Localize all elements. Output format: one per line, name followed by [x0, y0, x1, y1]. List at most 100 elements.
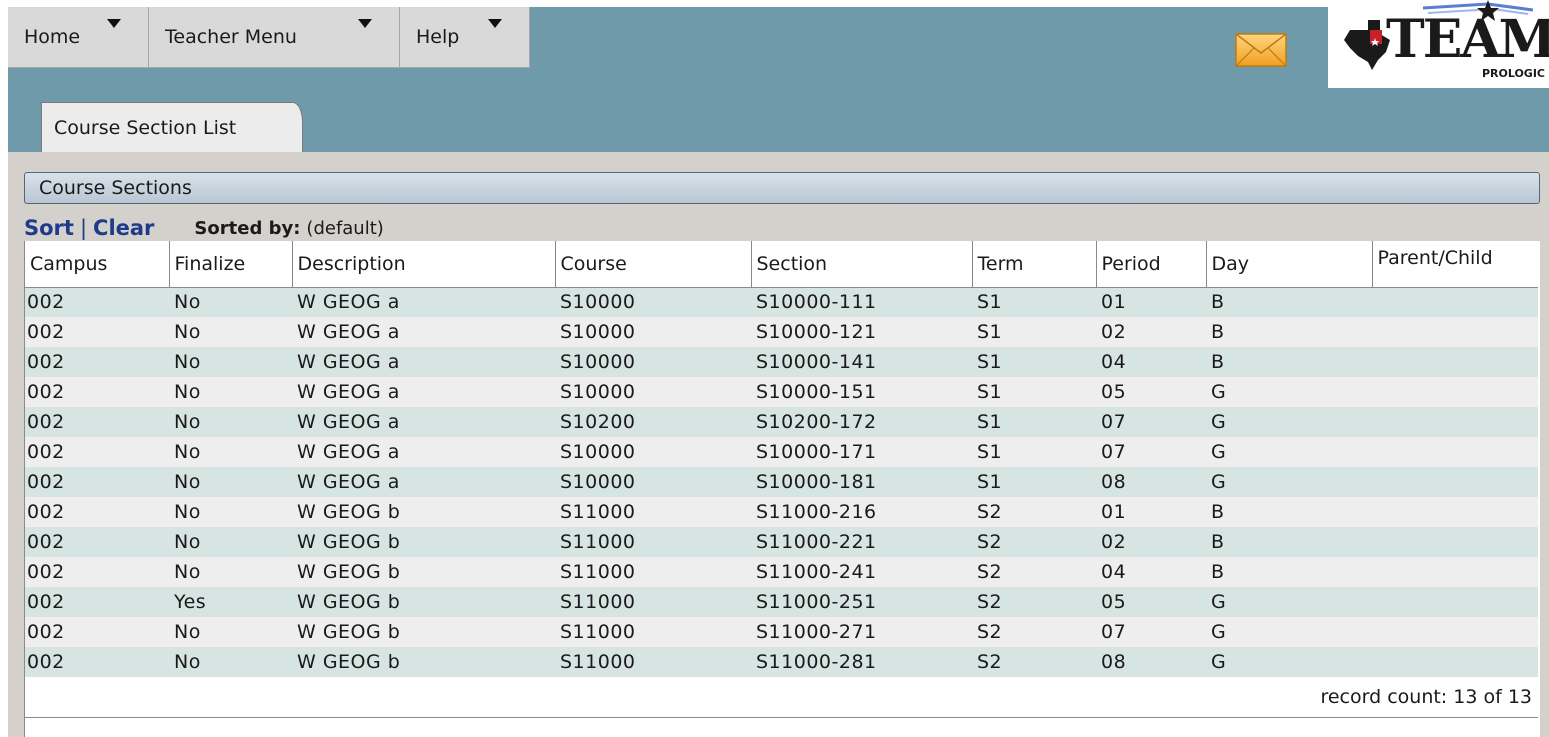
cell-parent-child — [1372, 557, 1538, 587]
column-header-course[interactable]: Course — [555, 241, 752, 288]
nav-help-label: Help — [416, 26, 460, 48]
cell-period: 02 — [1096, 317, 1206, 347]
nav-help-menu[interactable]: Help — [400, 7, 530, 68]
cell-period: 04 — [1096, 347, 1206, 377]
column-header-day[interactable]: Day — [1206, 241, 1373, 288]
table-row[interactable]: 002 No W GEOG a S10000 S10000-141 S1 04 B — [25, 347, 1538, 377]
cell-parent-child — [1372, 437, 1538, 467]
table-row[interactable]: 002 No W GEOG b S11000 S11000-241 S2 04 B — [25, 557, 1538, 587]
column-header-section[interactable]: Section — [751, 241, 973, 288]
cell-term: S2 — [972, 587, 1096, 617]
cell-term: S2 — [972, 527, 1096, 557]
cell-course: S10000 — [555, 467, 751, 497]
cell-section: S10200-172 — [751, 407, 972, 437]
section-header: Course Sections — [24, 172, 1540, 204]
cell-finalize: No — [169, 407, 292, 437]
table-row[interactable]: 002 Yes W GEOG b S11000 S11000-251 S2 05 G — [25, 587, 1538, 617]
column-header-term[interactable]: Term — [972, 241, 1097, 288]
cell-finalize: No — [169, 347, 292, 377]
tab-course-section-list[interactable]: Course Section List — [41, 102, 303, 154]
triangle-down-icon — [358, 19, 372, 28]
cell-course: S11000 — [555, 647, 751, 677]
cell-course: S11000 — [555, 527, 751, 557]
cell-campus: 002 — [25, 557, 169, 587]
sort-separator: | — [79, 216, 88, 240]
cell-finalize: No — [169, 467, 292, 497]
cell-period: 05 — [1096, 587, 1206, 617]
cell-section: S11000-216 — [751, 497, 972, 527]
cell-period: 01 — [1096, 497, 1206, 527]
table-body: 002 No W GEOG a S10000 S10000-111 S1 01 B 002 No W… — [25, 287, 1538, 677]
cell-day: B — [1206, 317, 1372, 347]
sorted-by-label: Sorted by: — [194, 217, 301, 239]
cell-campus: 002 — [25, 287, 169, 317]
top-nav: Home Teacher Menu Help — [8, 7, 530, 68]
cell-description: W GEOG b — [292, 497, 555, 527]
table-row[interactable]: 002 No W GEOG a S10000 S10000-121 S1 02 B — [25, 317, 1538, 347]
cell-description: W GEOG a — [292, 377, 555, 407]
cell-day: G — [1206, 617, 1372, 647]
cell-section: S11000-251 — [751, 587, 972, 617]
sort-bar: Sort | Clear Sorted by: (default) — [24, 216, 384, 240]
cell-period: 05 — [1096, 377, 1206, 407]
cell-course: S10000 — [555, 377, 751, 407]
column-header-campus[interactable]: Campus — [25, 241, 170, 288]
triangle-down-icon — [107, 19, 121, 28]
cell-parent-child — [1372, 377, 1538, 407]
cell-description: W GEOG b — [292, 617, 555, 647]
cell-term: S2 — [972, 617, 1096, 647]
column-header-description[interactable]: Description — [292, 241, 556, 288]
cell-description: W GEOG b — [292, 647, 555, 677]
cell-campus: 002 — [25, 377, 169, 407]
cell-section: S11000-221 — [751, 527, 972, 557]
table-row[interactable]: 002 No W GEOG b S11000 S11000-221 S2 02 B — [25, 527, 1538, 557]
cell-parent-child — [1372, 287, 1538, 317]
table-row[interactable]: 002 No W GEOG a S10000 S10000-151 S1 05 G — [25, 377, 1538, 407]
cell-day: G — [1206, 437, 1372, 467]
cell-day: B — [1206, 497, 1372, 527]
cell-day: B — [1206, 287, 1372, 317]
cell-section: S10000-141 — [751, 347, 972, 377]
sort-link[interactable]: Sort — [24, 216, 74, 240]
cell-section: S11000-271 — [751, 617, 972, 647]
cell-period: 07 — [1096, 437, 1206, 467]
column-header-parent-child[interactable]: Parent/Child — [1372, 241, 1538, 288]
table-row[interactable]: 002 No W GEOG b S11000 S11000-271 S2 07 G — [25, 617, 1538, 647]
cell-day: G — [1206, 587, 1372, 617]
table-row[interactable]: 002 No W GEOG a S10200 S10200-172 S1 07 G — [25, 407, 1538, 437]
cell-description: W GEOG b — [292, 587, 555, 617]
cell-finalize: No — [169, 617, 292, 647]
table-row[interactable]: 002 No W GEOG b S11000 S11000-281 S2 08 G — [25, 647, 1538, 677]
nav-home-menu[interactable]: Home — [8, 7, 149, 68]
table-row[interactable]: 002 No W GEOG b S11000 S11000-216 S2 01 B — [25, 497, 1538, 527]
cell-course: S11000 — [555, 617, 751, 647]
cell-course: S11000 — [555, 557, 751, 587]
table-row[interactable]: 002 No W GEOG a S10000 S10000-181 S1 08 G — [25, 467, 1538, 497]
cell-section: S11000-281 — [751, 647, 972, 677]
mail-envelope-icon[interactable] — [1235, 33, 1287, 67]
cell-term: S2 — [972, 647, 1096, 677]
clear-link[interactable]: Clear — [93, 216, 154, 240]
course-sections-table: Campus Finalize Description Course Secti… — [25, 241, 1538, 677]
cell-parent-child — [1372, 317, 1538, 347]
cell-description: W GEOG a — [292, 407, 555, 437]
table-row[interactable]: 002 No W GEOG a S10000 S10000-111 S1 01 B — [25, 287, 1538, 317]
cell-parent-child — [1372, 647, 1538, 677]
column-header-finalize[interactable]: Finalize — [169, 241, 293, 288]
cell-section: S10000-151 — [751, 377, 972, 407]
cell-finalize: No — [169, 647, 292, 677]
table-row[interactable]: 002 No W GEOG a S10000 S10000-171 S1 07 G — [25, 437, 1538, 467]
cell-section: S10000-181 — [751, 467, 972, 497]
cell-period: 08 — [1096, 647, 1206, 677]
column-header-period[interactable]: Period — [1096, 241, 1207, 288]
cell-period: 04 — [1096, 557, 1206, 587]
cell-day: G — [1206, 377, 1372, 407]
nav-teacher-menu[interactable]: Teacher Menu — [149, 7, 400, 68]
nav-home-label: Home — [24, 26, 81, 48]
cell-finalize: No — [169, 377, 292, 407]
cell-course: S10200 — [555, 407, 751, 437]
cell-section: S11000-241 — [751, 557, 972, 587]
cell-campus: 002 — [25, 467, 169, 497]
cell-finalize: No — [169, 317, 292, 347]
cell-period: 02 — [1096, 527, 1206, 557]
